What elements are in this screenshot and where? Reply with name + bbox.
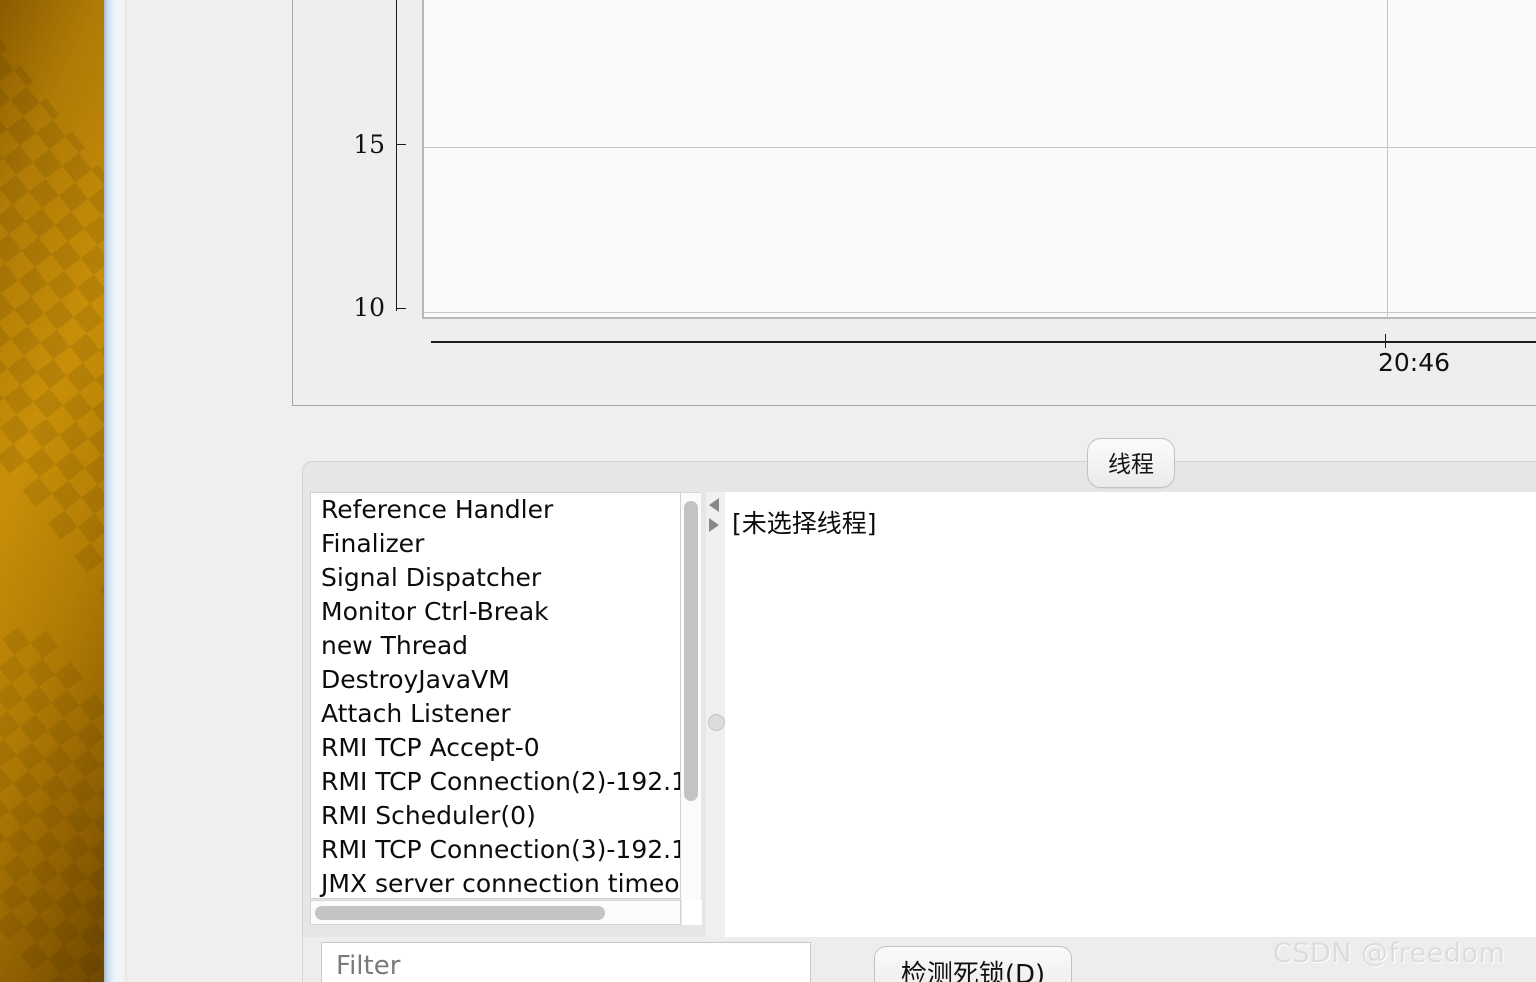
list-item[interactable]: Reference Handler [311, 493, 680, 527]
thread-list[interactable]: Reference Handler Finalizer Signal Dispa… [310, 492, 681, 899]
thread-list-vertical-scrollbar[interactable] [681, 492, 701, 901]
window-content-area: 15 10 20:46 线程 Reference Handler Finaliz… [126, 0, 1536, 982]
x-axis-tick-2046 [1385, 334, 1386, 348]
list-item[interactable]: RMI TCP Accept-0 [311, 731, 680, 765]
application-window: 15 10 20:46 线程 Reference Handler Finaliz… [104, 0, 1536, 982]
list-item[interactable]: Attach Listener [311, 697, 680, 731]
drag-grip-icon[interactable] [708, 714, 725, 731]
y-axis-label-10: 10 [353, 293, 385, 322]
list-item[interactable]: Finalizer [311, 527, 680, 561]
csdn-watermark: CSDN @freedom [1273, 938, 1506, 969]
scrollbar-corner [682, 900, 702, 925]
list-item[interactable]: JMX server connection timeout 1 [311, 867, 680, 898]
list-item[interactable]: new Thread [311, 629, 680, 663]
split-pane-divider[interactable] [706, 492, 725, 937]
threads-panel-body: Reference Handler Finalizer Signal Dispa… [303, 492, 1536, 982]
filter-input[interactable]: Filter [321, 942, 811, 982]
gridline-horizontal-15 [424, 147, 1536, 148]
y-axis-label-15: 15 [353, 130, 385, 159]
list-item[interactable]: RMI TCP Connection(3)-192.16 [311, 833, 680, 867]
vertical-scrollbar-thumb[interactable] [684, 501, 698, 801]
detect-deadlock-button[interactable]: 检测死锁(D) [874, 946, 1072, 982]
gridline-horizontal-10 [424, 312, 1536, 313]
list-item[interactable]: RMI TCP Connection(2)-192.16 [311, 765, 680, 799]
x-axis-line [431, 341, 1536, 343]
tab-threads[interactable]: 线程 [1087, 438, 1175, 488]
window-border-glass [104, 0, 126, 982]
y-axis-line [396, 0, 397, 311]
list-item[interactable]: Monitor Ctrl-Break [311, 595, 680, 629]
y-axis-tick-10 [396, 308, 406, 309]
list-item[interactable]: Signal Dispatcher [311, 561, 680, 595]
horizontal-scrollbar-thumb[interactable] [315, 906, 605, 920]
threads-panel: Reference Handler Finalizer Signal Dispa… [302, 461, 1536, 982]
gridline-vertical-2046 [1387, 0, 1388, 317]
chart-plot-area[interactable] [422, 0, 1536, 319]
thread-detail-pane[interactable]: [未选择线程] [725, 492, 1536, 937]
screen-root: 15 10 20:46 线程 Reference Handler Finaliz… [0, 0, 1536, 982]
y-axis-tick-15 [396, 144, 406, 145]
desktop-wallpaper [0, 0, 104, 982]
wallpaper-checker-pattern-top [0, 15, 104, 665]
thread-list-horizontal-scrollbar[interactable] [310, 900, 681, 925]
list-item[interactable]: DestroyJavaVM [311, 663, 680, 697]
wallpaper-checker-pattern-bottom [0, 614, 104, 982]
triangle-left-icon[interactable] [709, 498, 719, 512]
thread-count-chart-panel: 15 10 20:46 [292, 0, 1536, 406]
triangle-right-icon[interactable] [709, 518, 719, 532]
x-axis-label-2046: 20:46 [1378, 348, 1451, 377]
no-thread-selected-text: [未选择线程] [732, 509, 877, 538]
list-item[interactable]: RMI Scheduler(0) [311, 799, 680, 833]
